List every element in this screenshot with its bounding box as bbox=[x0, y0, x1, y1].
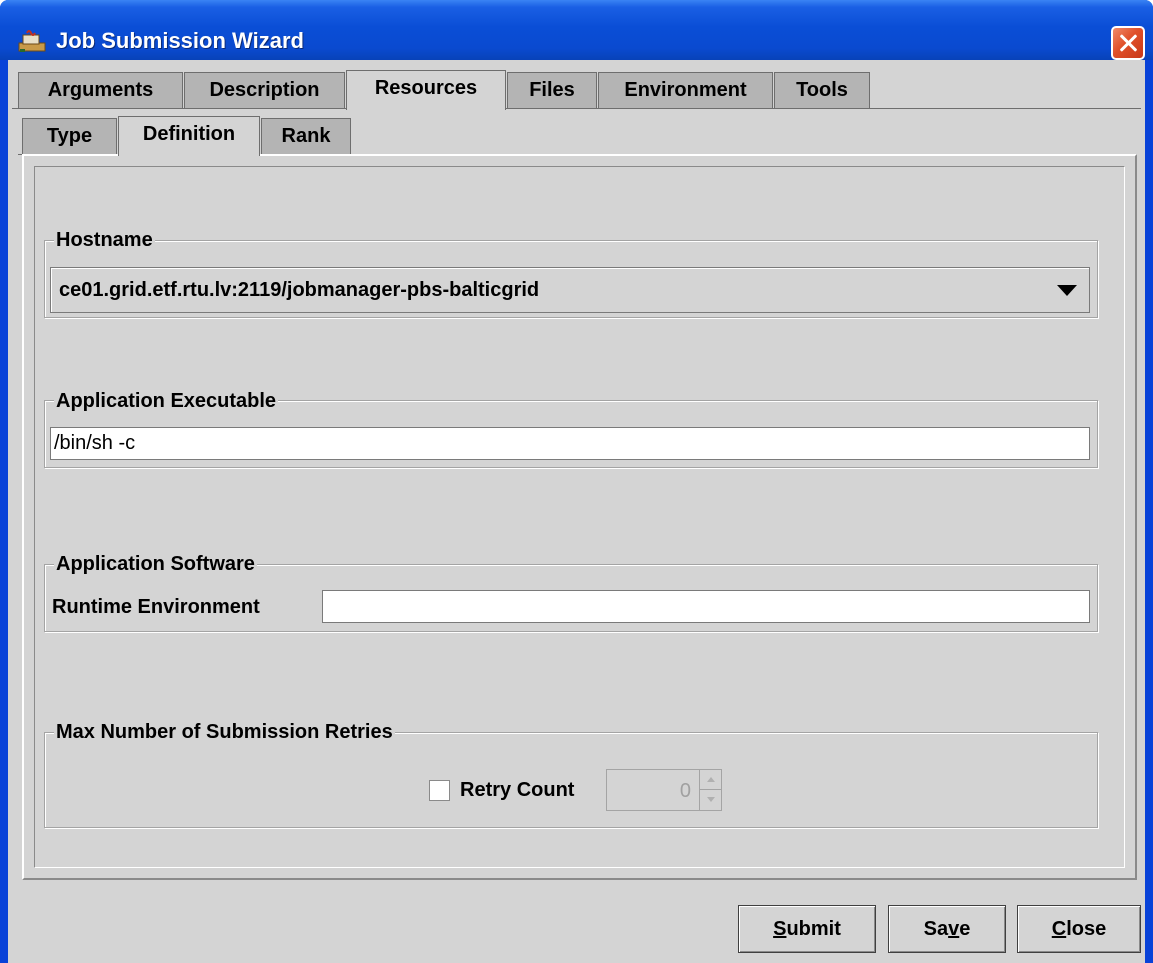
hostname-combobox[interactable]: ce01.grid.etf.rtu.lv:2119/jobmanager-pbs… bbox=[50, 267, 1090, 313]
tab-resources[interactable]: Resources bbox=[346, 70, 506, 110]
java-app-icon bbox=[18, 30, 46, 52]
title-bar[interactable]: Job Submission Wizard bbox=[0, 0, 1153, 60]
tab-files[interactable]: Files bbox=[507, 72, 597, 108]
chevron-down-icon[interactable] bbox=[1057, 285, 1077, 296]
runtime-environment-label: Runtime Environment bbox=[52, 596, 260, 618]
executable-group-title: Application Executable bbox=[54, 389, 279, 413]
hostname-group-title: Hostname bbox=[54, 228, 155, 252]
hostname-selected-value: ce01.grid.etf.rtu.lv:2119/jobmanager-pbs… bbox=[59, 279, 540, 301]
retry-count-label[interactable]: Retry Count bbox=[460, 779, 574, 802]
retry-count-spinner[interactable]: 0 bbox=[606, 769, 722, 811]
tab-environment[interactable]: Environment bbox=[598, 72, 773, 108]
close-button[interactable]: Close bbox=[1017, 905, 1141, 953]
spinner-down-arrow-icon[interactable] bbox=[700, 790, 721, 810]
tab-type[interactable]: Type bbox=[22, 118, 117, 154]
tab-definition[interactable]: Definition bbox=[118, 116, 260, 156]
tab-rank[interactable]: Rank bbox=[261, 118, 351, 154]
retry-count-checkbox[interactable] bbox=[429, 780, 450, 801]
save-button-label: Save bbox=[923, 918, 971, 940]
spinner-up-arrow-icon[interactable] bbox=[700, 770, 721, 790]
main-tab-baseline bbox=[12, 108, 1141, 109]
window-close-button[interactable] bbox=[1111, 26, 1145, 60]
retries-group-title: Max Number of Submission Retries bbox=[54, 720, 395, 744]
tab-tools[interactable]: Tools bbox=[774, 72, 870, 108]
window-title: Job Submission Wizard bbox=[56, 28, 304, 53]
submit-button-label: Submit bbox=[773, 918, 841, 940]
save-button[interactable]: Save bbox=[888, 905, 1006, 953]
job-submission-window: Job Submission Wizard Arguments Descript… bbox=[0, 0, 1153, 963]
software-group-title: Application Software bbox=[54, 552, 257, 576]
close-button-label: Close bbox=[1051, 918, 1107, 940]
retry-count-value: 0 bbox=[679, 780, 691, 802]
tab-arguments[interactable]: Arguments bbox=[18, 72, 183, 108]
tab-description[interactable]: Description bbox=[184, 72, 345, 108]
spinner-buttons bbox=[699, 770, 721, 810]
submit-button[interactable]: Submit bbox=[738, 905, 876, 953]
runtime-environment-input[interactable] bbox=[322, 590, 1090, 623]
executable-input[interactable]: /bin/sh -c bbox=[50, 427, 1090, 460]
